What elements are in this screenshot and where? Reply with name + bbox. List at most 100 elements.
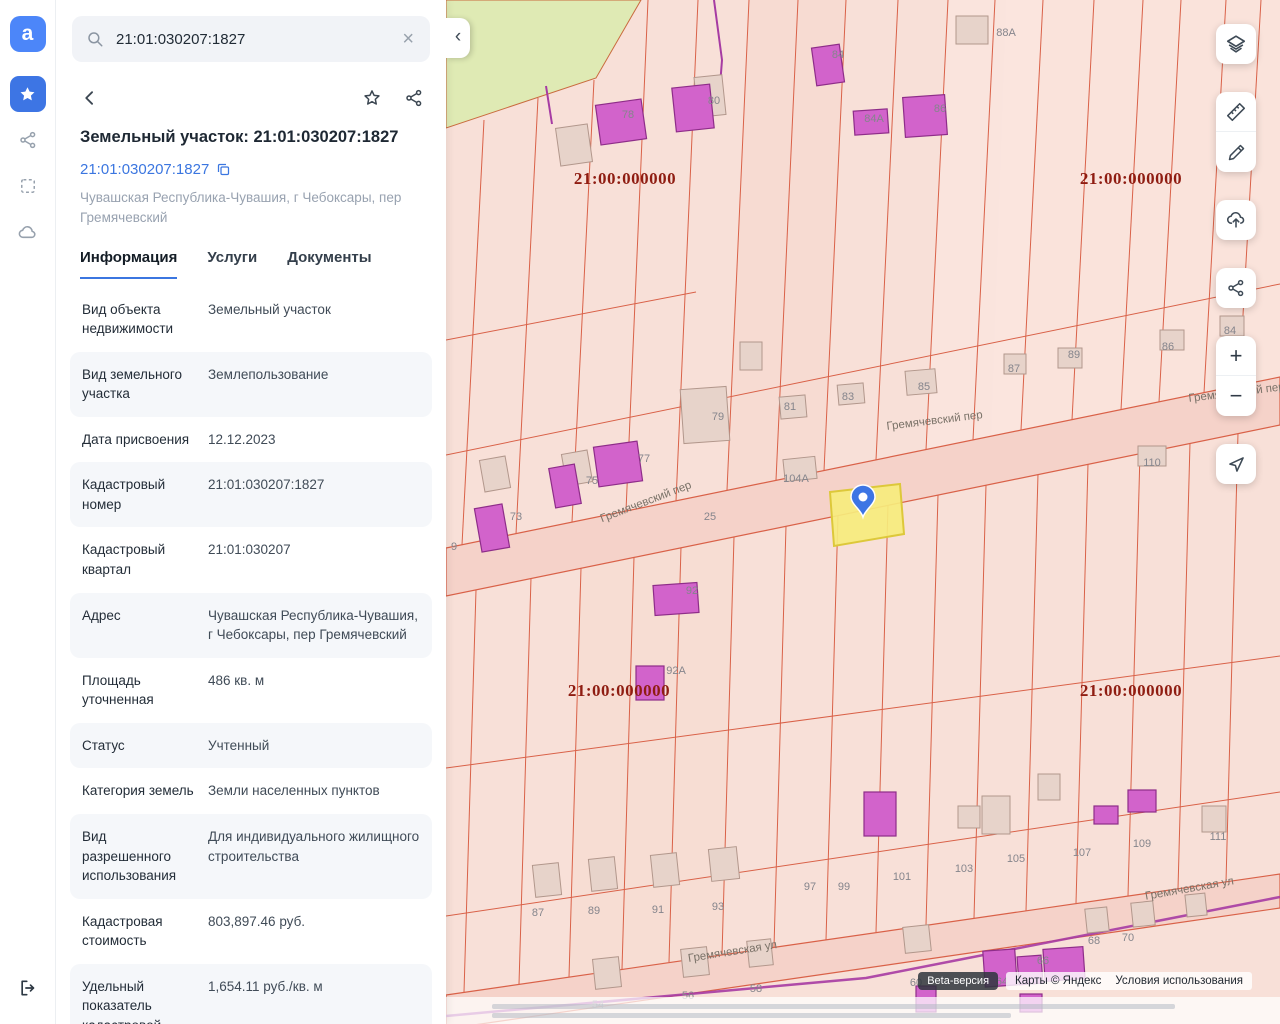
panel-header bbox=[80, 88, 424, 108]
tab-documents[interactable]: Документы bbox=[287, 249, 371, 279]
cloud-button[interactable] bbox=[10, 214, 46, 250]
select-area-button[interactable] bbox=[10, 168, 46, 204]
parcel-number-label: 101 bbox=[893, 871, 911, 883]
parcel-number-label: 83 bbox=[842, 391, 854, 403]
parcel-number-label: 91 bbox=[652, 904, 664, 916]
parcel-number-label: 79 bbox=[712, 411, 724, 423]
map-disclaimer bbox=[446, 997, 1280, 1024]
app-logo-letter: a bbox=[21, 22, 34, 45]
info-row-value: Земельный участок bbox=[208, 301, 331, 317]
parcel-number-label: 70 bbox=[1122, 932, 1134, 944]
cadastral-map[interactable]: 21:00:000000 21:00:000000 21:00:000000 21:0… bbox=[446, 0, 1280, 1024]
parcel-number-label: 66 bbox=[1037, 955, 1049, 967]
logout-button[interactable] bbox=[10, 970, 46, 1006]
info-row-label: Кадастровый номер bbox=[82, 477, 166, 512]
info-row: Вид разрешенного использования Для индиви… bbox=[70, 813, 432, 899]
edit-button[interactable] bbox=[1216, 132, 1256, 172]
locate-button[interactable] bbox=[1216, 444, 1256, 484]
info-row-value: Учтенный bbox=[208, 737, 270, 753]
cadastral-number-link[interactable]: 21:01:030207:1827 bbox=[80, 161, 209, 178]
map-controls: + − bbox=[1216, 24, 1256, 484]
logout-icon bbox=[18, 978, 38, 998]
parcel-number-label: 87 bbox=[532, 907, 544, 919]
upload-button[interactable] bbox=[1216, 200, 1256, 240]
zoom-in-button[interactable]: + bbox=[1216, 336, 1256, 376]
info-row-label: Категория земель bbox=[82, 783, 194, 799]
info-row-value: Чувашская Республика-Чувашия, г Чебоксар… bbox=[208, 607, 418, 643]
parcel-number-label: 73 bbox=[510, 511, 522, 523]
parcel-number-label: 104А bbox=[783, 473, 809, 485]
map-copyright[interactable]: Карты © Яндекс bbox=[1015, 975, 1101, 987]
share-icon bbox=[404, 88, 424, 108]
info-row: Удельный показатель кадастровой стоимост… bbox=[70, 963, 432, 1024]
info-row-value: Для индивидуального жилищного строительс… bbox=[208, 828, 420, 864]
info-row-value: Землепользование bbox=[208, 366, 329, 382]
info-table: Вид объекта недвижимости Земельный участо… bbox=[70, 287, 432, 1024]
share-nodes-icon bbox=[1226, 278, 1246, 298]
cadastral-link-row: 21:01:030207:1827 bbox=[80, 161, 422, 178]
quarter-number-label: 21:00:000000 bbox=[1080, 681, 1182, 700]
zoom-out-button[interactable]: − bbox=[1216, 376, 1256, 416]
map-share-button[interactable] bbox=[1216, 268, 1256, 308]
parcel-number-label: 86 bbox=[934, 103, 946, 115]
layers-button[interactable] bbox=[1216, 24, 1256, 64]
quarter-number-label: 21:00:000000 bbox=[568, 681, 670, 700]
parcel-number-label: 9 bbox=[451, 541, 457, 553]
app-logo[interactable]: a bbox=[9, 16, 46, 52]
info-row-value: 803,897.46 руб. bbox=[208, 913, 306, 929]
clear-search-button[interactable]: × bbox=[400, 29, 416, 49]
parcel-number-label: 89 bbox=[588, 905, 600, 917]
upload-cloud-icon bbox=[1225, 209, 1247, 231]
parcel-number-label: 25 bbox=[704, 511, 716, 523]
parcel-number-label: 110 bbox=[1143, 457, 1161, 469]
tab-information[interactable]: Информация bbox=[80, 249, 178, 279]
parcel-number-label: 84 bbox=[832, 49, 844, 61]
object-address: Чувашская Республика-Чувашия, г Чебоксар… bbox=[80, 190, 402, 226]
parcel-number-label: 81 bbox=[784, 401, 796, 413]
parcel-number-label: 78 bbox=[622, 109, 634, 121]
terms-link[interactable]: Условия использования bbox=[1115, 975, 1243, 987]
info-row-value: 21:01:030207 bbox=[208, 542, 291, 558]
info-row-label: Удельный показатель кадастровой стоимост… bbox=[82, 978, 161, 1024]
favorites-button[interactable] bbox=[9, 76, 46, 112]
info-row: Адрес Чувашская Республика-Чувашия, г Чеб… bbox=[70, 592, 432, 658]
ruler-icon bbox=[1225, 101, 1247, 123]
tab-services[interactable]: Услуги bbox=[207, 249, 257, 279]
info-row-label: Площадь уточненная bbox=[82, 672, 154, 708]
share-button[interactable] bbox=[404, 88, 424, 108]
info-row: Категория земель Земли населенных пунктов bbox=[70, 768, 432, 814]
info-row: Кадастровая стоимость 803,897.46 руб. bbox=[70, 899, 432, 964]
parcel-number-label: 77 bbox=[638, 453, 650, 465]
parcel-number-label: 75 bbox=[586, 475, 598, 487]
app-root: a 21:01:030207:1827 × Земельный участок:… bbox=[0, 0, 1280, 1024]
info-row-value: 12.12.2023 bbox=[208, 431, 276, 447]
map-area[interactable]: 21:00:000000 21:00:000000 21:00:000000 21:0… bbox=[446, 0, 1280, 1024]
pencil-icon bbox=[1226, 142, 1247, 163]
left-rail: a bbox=[0, 0, 56, 1024]
share-nodes-button[interactable] bbox=[10, 122, 46, 158]
ruler-button[interactable] bbox=[1216, 92, 1256, 132]
info-row: Дата присвоения 12.12.2023 bbox=[70, 417, 432, 463]
info-row-label: Кадастровая стоимость bbox=[82, 913, 163, 949]
select-area-icon bbox=[18, 176, 38, 196]
parcel-number-label: 107 bbox=[1073, 847, 1091, 859]
back-button[interactable] bbox=[80, 88, 100, 108]
info-row: Вид объекта недвижимости Земельный участо… bbox=[70, 287, 432, 352]
share-nodes-icon bbox=[18, 130, 38, 150]
info-row-value: 21:01:030207:1827 bbox=[208, 477, 325, 493]
star-outline-icon bbox=[362, 88, 382, 108]
parcel-number-label: 68 bbox=[1088, 935, 1100, 947]
search-input[interactable] bbox=[114, 29, 391, 49]
parcel-number-label: 87 bbox=[1008, 363, 1020, 375]
info-row-value: 486 кв. м bbox=[208, 672, 265, 688]
measure-edit-group bbox=[1216, 92, 1256, 172]
collapse-panel-button[interactable]: ‹ bbox=[446, 18, 470, 58]
parcel-number-label: 80 bbox=[708, 95, 720, 107]
info-row-label: Адрес bbox=[82, 607, 121, 623]
map-attribution: Beta-версия Карты © Яндекс Условия испол… bbox=[918, 972, 1252, 990]
search-bar[interactable]: × bbox=[72, 16, 430, 62]
copy-icon[interactable] bbox=[216, 162, 231, 177]
info-row-label: Вид земельного участка bbox=[82, 366, 183, 402]
favorite-star-button[interactable] bbox=[362, 88, 382, 108]
beta-badge: Beta-версия bbox=[918, 972, 999, 990]
